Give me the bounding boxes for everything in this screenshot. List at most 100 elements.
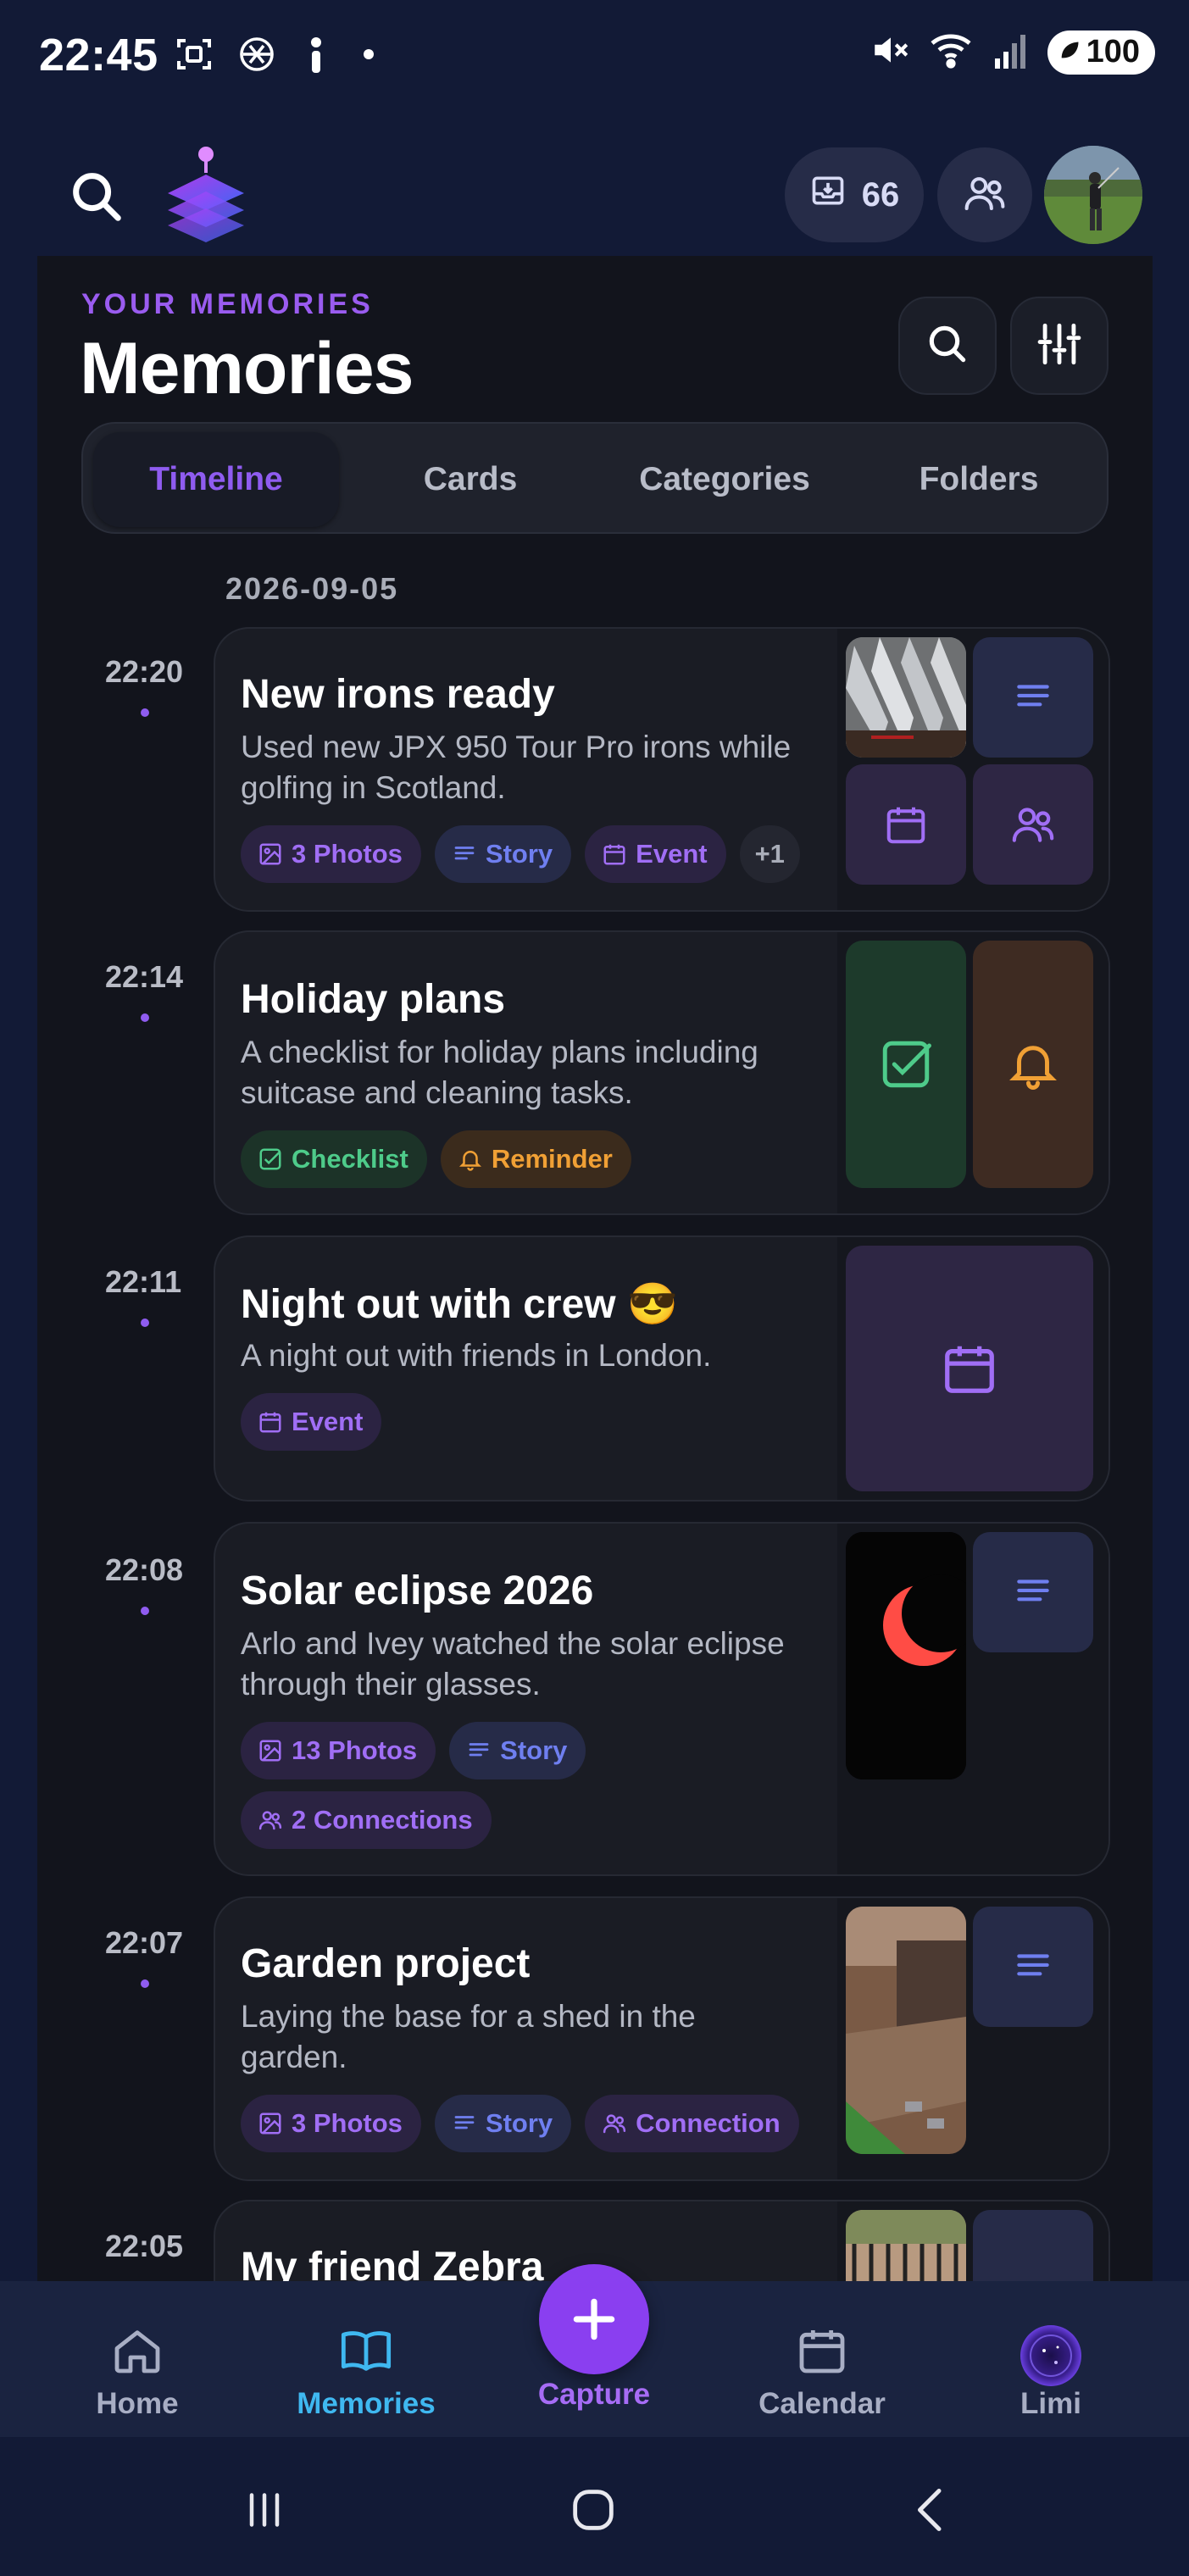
mute-icon (870, 29, 912, 75)
people-icon (1012, 808, 1054, 842)
checklist-chip[interactable]: Checklist (241, 1130, 427, 1188)
story-chip[interactable]: Story (449, 1722, 586, 1779)
photos-chip[interactable]: 13 Photos (241, 1722, 436, 1779)
back-icon[interactable] (905, 2483, 956, 2541)
battery-saver-icon (1058, 34, 1081, 70)
avatar[interactable] (1044, 146, 1142, 244)
nav-limi[interactable]: Limi (966, 2323, 1136, 2421)
book-icon (341, 2331, 392, 2371)
wifi-icon (929, 29, 976, 75)
more-chip[interactable]: +1 (739, 825, 800, 883)
story-tile[interactable] (973, 1907, 1093, 2027)
reminder-tile[interactable] (973, 941, 1093, 1188)
memory-card[interactable]: Garden project Laying the base for a she… (214, 1896, 1110, 2181)
chip-label: 3 Photos (292, 2108, 403, 2138)
timeline-dot (141, 1607, 149, 1615)
memory-attachments (837, 932, 1108, 1213)
battery-indicator: 100 (1047, 30, 1155, 75)
memory-title: Garden project (241, 1941, 531, 1986)
calendar-icon (603, 844, 625, 865)
reminder-chip[interactable]: Reminder (440, 1130, 631, 1188)
filter-button[interactable] (1010, 297, 1108, 395)
memory-chips: 13 Photos Story 2 Connections (241, 1722, 681, 1849)
memory-card[interactable]: Night out with crew 😎 A night out with f… (214, 1235, 1110, 1502)
screenshot-icon (174, 34, 214, 75)
memory-chips: 3 Photos Story Event +1 (241, 825, 834, 883)
entry-time: 22:11 (105, 1264, 182, 1299)
people-button[interactable] (937, 147, 1032, 242)
photos-chip[interactable]: 3 Photos (241, 825, 421, 883)
chatgpt-icon (236, 34, 277, 75)
calendar-icon (799, 2330, 845, 2373)
chip-label: 13 Photos (292, 1735, 418, 1765)
bell-icon (458, 1151, 481, 1171)
checkbox-icon (882, 1041, 931, 1088)
nav-calendar[interactable]: Calendar (737, 2323, 907, 2421)
lines-icon (1017, 1579, 1049, 1602)
bell-icon (1009, 1046, 1057, 1090)
timeline-dot (141, 708, 149, 717)
lines-icon (454, 2116, 475, 2129)
timeline-date: 2026-09-05 (225, 571, 399, 606)
memory-description: Laying the base for a shed in the garden… (241, 1999, 696, 2074)
tab-categories[interactable]: Categories (602, 432, 847, 527)
image-icon (259, 1740, 281, 1762)
status-system-icons: 100 (870, 29, 1155, 75)
chip-label: 3 Photos (292, 839, 403, 869)
event-chip[interactable]: Event (241, 1393, 382, 1451)
calendar-icon (945, 1346, 994, 1393)
eclipse-photo[interactable] (846, 1532, 966, 1779)
status-time: 22:45 (39, 30, 158, 80)
chip-label: Event (636, 839, 708, 869)
story-tile[interactable] (973, 2210, 1093, 2281)
memory-card[interactable]: Holiday plans A checklist for holiday pl… (214, 930, 1110, 1215)
nav-home[interactable]: Home (53, 2323, 222, 2421)
tab-cards[interactable]: Cards (347, 432, 593, 527)
garden-photo[interactable] (846, 1907, 966, 2154)
home-system-icon[interactable] (566, 2483, 620, 2541)
golf-irons-photo[interactable] (846, 637, 966, 758)
app-header: 66 (0, 144, 1189, 246)
tab-folders[interactable]: Folders (856, 432, 1102, 527)
info-icon (299, 34, 333, 75)
memories-search-button[interactable] (898, 297, 997, 395)
event-tile[interactable] (846, 764, 966, 885)
memory-title: Holiday plans (241, 977, 506, 1022)
story-tile[interactable] (973, 1532, 1093, 1652)
capture-button[interactable] (539, 2264, 649, 2374)
story-chip[interactable]: Story (434, 825, 572, 883)
chip-label: Checklist (292, 1144, 408, 1174)
event-chip[interactable]: Event (585, 825, 726, 883)
timeline-dot (141, 1013, 149, 1022)
archive-button[interactable]: 66 (785, 147, 924, 242)
chip-label: +1 (754, 839, 785, 869)
connection-chip[interactable]: Connection (585, 2095, 799, 2152)
recent-apps-icon[interactable] (239, 2484, 290, 2540)
nav-memories[interactable]: Memories (281, 2323, 451, 2421)
memory-card[interactable]: Solar eclipse 2026 Arlo and Ivey watched… (214, 1522, 1110, 1876)
story-tile[interactable] (973, 637, 1093, 758)
entry-time: 22:14 (105, 959, 184, 994)
memory-description: A night out with friends in London. (241, 1338, 712, 1373)
zebra-photo[interactable] (846, 2210, 966, 2281)
sliders-icon (1035, 319, 1084, 373)
memory-card[interactable]: New irons ready Used new JPX 950 Tour Pr… (214, 627, 1110, 912)
memory-title: My friend Zebra (241, 2245, 544, 2281)
connections-chip[interactable]: 2 Connections (241, 1791, 492, 1849)
entry-time: 22:05 (105, 2229, 184, 2263)
app-logo-icon (159, 144, 253, 244)
search-icon (924, 320, 971, 372)
memory-description: Arlo and Ivey watched the solar eclipse … (241, 1626, 785, 1702)
search-icon[interactable] (66, 166, 125, 225)
people-icon (603, 2114, 626, 2134)
photos-chip[interactable]: 3 Photos (241, 2095, 421, 2152)
tab-timeline[interactable]: Timeline (93, 432, 339, 527)
memory-title: New irons ready (241, 672, 555, 717)
memory-card[interactable]: My friend Zebra (214, 2200, 1110, 2281)
story-chip[interactable]: Story (434, 2095, 572, 2152)
event-tile[interactable] (846, 1246, 1093, 1491)
checklist-tile[interactable] (846, 941, 966, 1188)
status-notification-icons (174, 34, 374, 75)
connection-tile[interactable] (973, 764, 1093, 885)
chip-label: Connection (636, 2108, 781, 2138)
